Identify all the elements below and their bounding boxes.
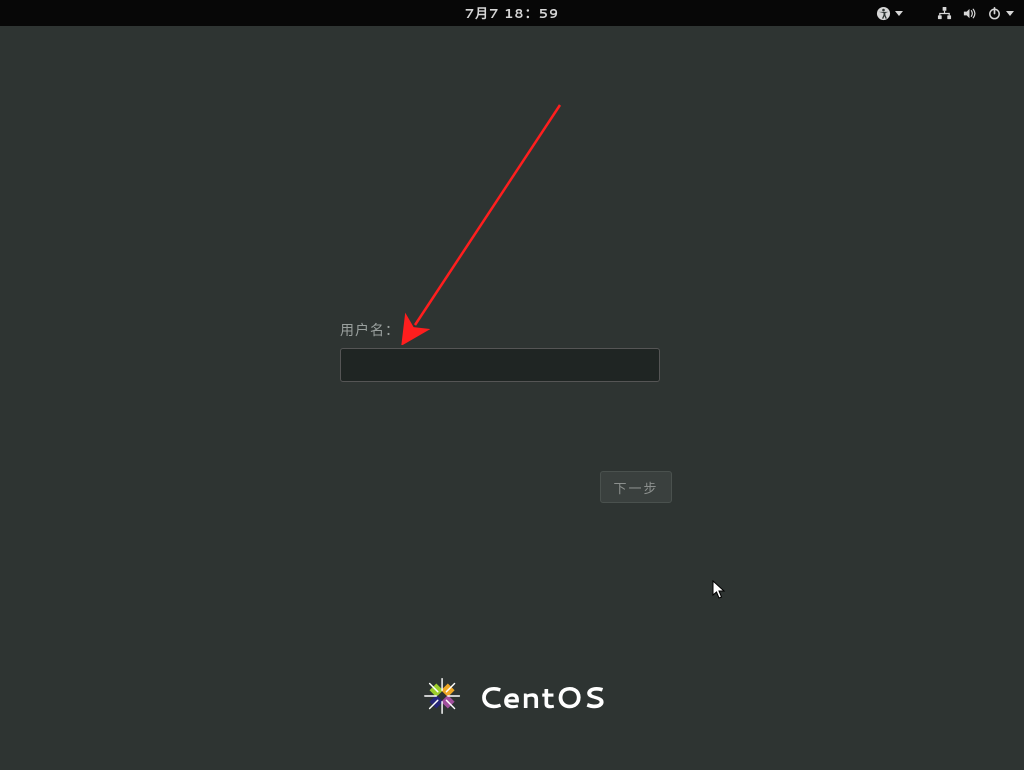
centos-logo-text: CentOS (478, 675, 606, 718)
username-input[interactable] (340, 348, 660, 382)
top-right-status (876, 6, 1014, 21)
mouse-cursor-icon (712, 580, 728, 600)
power-menu[interactable] (987, 6, 1014, 21)
annotation-arrow (400, 95, 580, 345)
volume-icon (962, 6, 977, 21)
accessibility-icon (876, 6, 891, 21)
chevron-down-icon (895, 11, 903, 16)
login-form: 用户名： (340, 320, 660, 382)
centos-branding: CentOS (418, 672, 606, 720)
centos-logo-icon (418, 672, 466, 720)
top-bar: 7月7 18：59 (0, 0, 1024, 26)
network-icon (937, 6, 952, 21)
clock-label: 7月7 18：59 (465, 3, 559, 23)
next-button[interactable]: 下一步 (600, 471, 672, 503)
power-icon (987, 6, 1002, 21)
network-indicator[interactable] (937, 6, 952, 21)
chevron-down-icon (1006, 11, 1014, 16)
accessibility-menu[interactable] (876, 6, 903, 21)
username-label: 用户名： (340, 320, 660, 340)
volume-indicator[interactable] (962, 6, 977, 21)
